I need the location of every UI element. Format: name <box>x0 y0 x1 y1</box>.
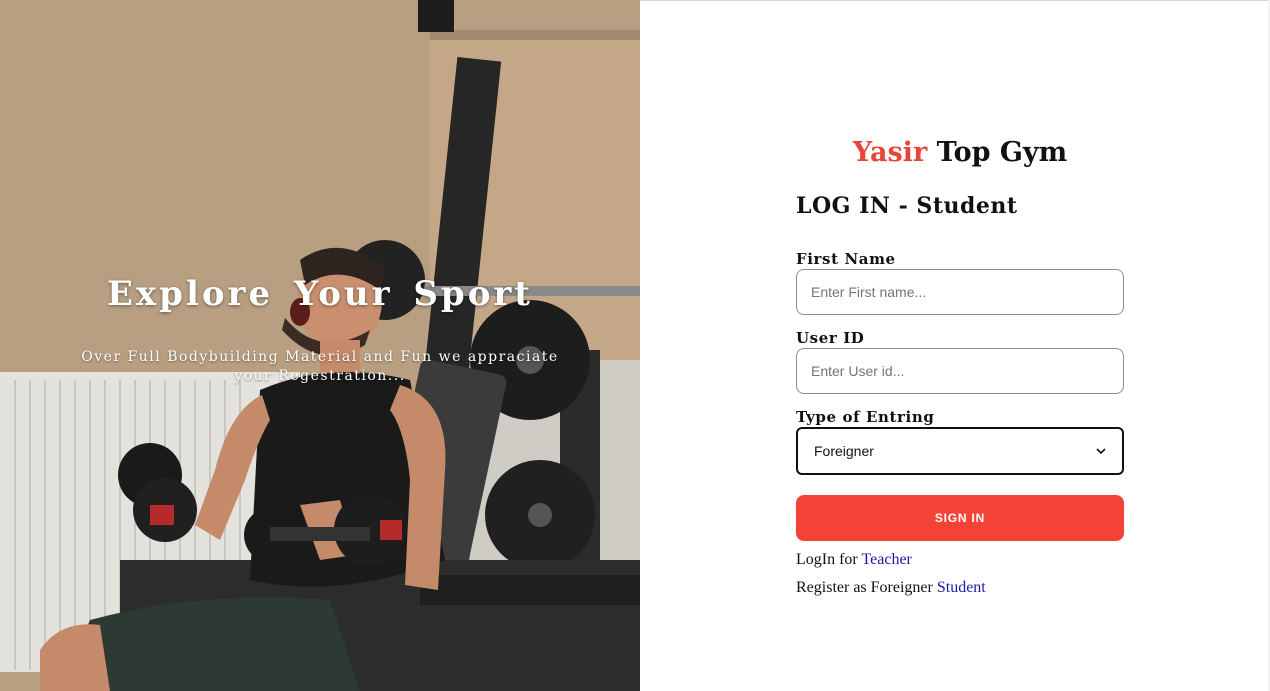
top-divider <box>640 0 1270 1</box>
register-student-link[interactable]: Student <box>937 579 986 596</box>
first-name-label: First Name <box>796 250 896 268</box>
user-id-label: User ID <box>796 329 865 347</box>
sign-in-button[interactable]: SIGN IN <box>796 495 1124 541</box>
hero-subtitle: Over Full Bodybuilding Material and Fun … <box>81 349 559 384</box>
login-form-title: LOG IN - Student <box>796 193 1018 219</box>
user-id-input[interactable] <box>796 348 1124 394</box>
chevron-down-icon <box>1096 448 1106 455</box>
first-name-input[interactable] <box>796 269 1124 315</box>
brand-title: Yasir Top Gym <box>796 137 1124 168</box>
register-prefix: Register as Foreigner <box>796 579 933 596</box>
entry-type-label: Type of Entring <box>796 408 935 426</box>
hero-title: Explore Your Sport <box>106 274 534 314</box>
hero-background-image <box>0 0 640 691</box>
teacher-login-prefix: LogIn for <box>796 551 858 568</box>
teacher-login-line: LogIn for Teacher <box>796 551 912 569</box>
entry-type-select[interactable]: Foreigner <box>796 427 1124 475</box>
brand-accent-word: Yasir <box>852 137 928 168</box>
register-line: Register as Foreigner Student <box>796 579 986 597</box>
teacher-login-link[interactable]: Teacher <box>861 551 911 568</box>
entry-type-selected-value: Foreigner <box>814 443 874 459</box>
brand-name-rest: Top Gym <box>927 137 1068 168</box>
hero-panel: Explore Your Sport Over Full Bodybuildin… <box>0 0 640 691</box>
